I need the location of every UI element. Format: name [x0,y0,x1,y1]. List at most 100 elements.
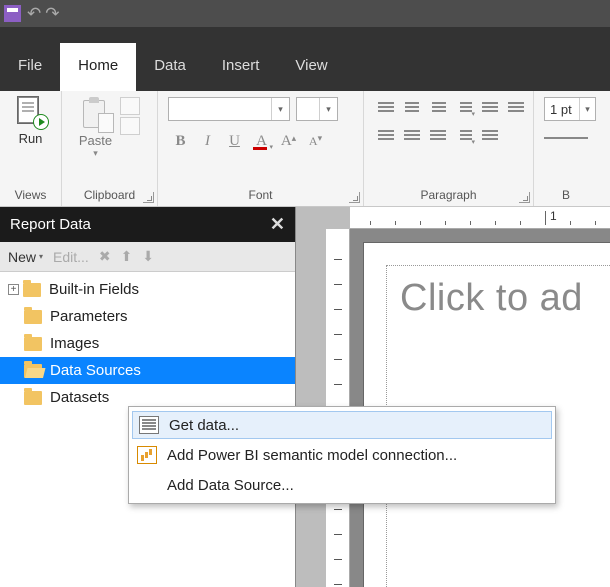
tree-label: Images [50,335,99,352]
ribbon-group-border: 1 pt ▾ B [534,91,610,206]
new-label: New [8,249,36,265]
tree-item-built-in-fields[interactable]: + Built-in Fields [0,276,295,303]
align-top-button[interactable] [374,125,398,147]
group-label-views: Views [10,185,51,204]
align-middle-button[interactable] [400,125,424,147]
cut-icon[interactable] [120,97,140,115]
shrink-font-button[interactable]: A▾ [303,129,328,153]
ribbon-group-clipboard: Paste ▾ Clipboard [62,91,158,206]
chevron-down-icon: ▾ [93,148,98,159]
tree-item-images[interactable]: Images [0,330,295,357]
bold-button[interactable]: B [168,129,193,153]
align-left-button[interactable] [374,97,398,119]
font-color-button[interactable]: A▾ [249,129,274,153]
menu-item-label: Add Power BI semantic model connection..… [167,447,457,464]
bullets-button[interactable]: ▾ [452,97,476,119]
grow-font-button[interactable]: A▴ [276,129,301,153]
edit-button: Edit... [53,249,89,265]
folder-icon [24,337,42,351]
line-spacing-button[interactable] [478,125,502,147]
menu-item-label: Get data... [169,417,239,434]
chevron-down-icon: ▾ [319,98,337,120]
chevron-down-icon: ▾ [579,98,595,120]
group-label-border: B [544,185,606,204]
get-data-icon [139,416,159,434]
paste-button[interactable]: Paste ▾ [79,97,112,159]
panel-header: Report Data ✕ [0,207,295,242]
tab-home[interactable]: Home [60,43,136,91]
tree-label: Parameters [50,308,128,325]
align-right-button[interactable] [426,97,450,119]
chevron-down-icon: ▾ [39,252,43,261]
folder-icon [24,310,42,324]
copy-icon[interactable] [120,117,140,135]
undo-icon[interactable]: ↶ [27,4,41,24]
report-data-panel: Report Data ✕ New ▾ Edit... ✖ ⬆ ⬇ + Buil… [0,207,296,587]
group-label-font: Font [168,185,353,204]
run-button[interactable]: Run [12,97,50,146]
font-size-combo[interactable]: ▾ [296,97,338,121]
title-bar: ↶ ↷ [0,0,610,27]
menu-item-get-data[interactable]: Get data... [132,411,552,439]
tab-view[interactable]: View [277,43,345,91]
context-menu: Get data... Add Power BI semantic model … [128,406,556,504]
main-area: Report Data ✕ New ▾ Edit... ✖ ⬆ ⬇ + Buil… [0,207,610,587]
dialog-launcher-icon[interactable] [519,192,530,203]
new-button[interactable]: New ▾ [8,249,43,265]
menu-item-add-powerbi[interactable]: Add Power BI semantic model connection..… [131,440,553,470]
paste-label: Paste [79,133,112,148]
border-style-button[interactable] [544,127,588,149]
horizontal-ruler: 1 [350,207,610,229]
powerbi-icon [137,446,157,464]
tree-label: Built-in Fields [49,281,139,298]
chevron-down-icon: ▾ [271,98,289,120]
tab-file[interactable]: File [0,43,60,91]
expand-icon[interactable]: + [8,284,19,295]
folder-open-icon [24,364,42,378]
ruler-number: 1 [550,209,557,223]
paste-icon [81,97,111,131]
ribbon-group-font: ▾ ▾ B I U A▾ A▴ A▾ Font [158,91,364,206]
group-label-clipboard: Clipboard [72,185,147,204]
ribbon-group-views: Run Views [0,91,62,206]
panel-toolbar: New ▾ Edit... ✖ ⬆ ⬇ [0,242,295,272]
tree-label: Data Sources [50,362,141,379]
move-down-icon[interactable]: ⬇ [142,248,154,265]
tab-insert[interactable]: Insert [204,43,278,91]
close-icon[interactable]: ✕ [270,214,285,235]
border-width-combo[interactable]: 1 pt ▾ [544,97,596,121]
font-family-combo[interactable]: ▾ [168,97,290,121]
ribbon: Run Views Paste ▾ Clipboard ▾ ▾ [0,91,610,207]
dialog-launcher-icon[interactable] [349,192,360,203]
underline-button[interactable]: U [222,129,247,153]
dialog-launcher-icon[interactable] [143,192,154,203]
run-label: Run [19,131,43,146]
align-center-button[interactable] [400,97,424,119]
panel-title: Report Data [10,216,91,233]
tree-label: Datasets [50,389,109,406]
title-placeholder[interactable]: Click to ad [400,277,583,320]
border-width-value: 1 pt [550,102,572,117]
move-up-icon[interactable]: ⬆ [121,248,133,265]
redo-icon[interactable]: ↷ [45,4,59,24]
tree-item-data-sources[interactable]: Data Sources [0,357,295,384]
folder-icon [23,283,41,297]
menu-item-add-data-source[interactable]: Add Data Source... [131,470,553,500]
run-icon [16,97,46,127]
folder-icon [24,391,42,405]
italic-button[interactable]: I [195,129,220,153]
tree-item-parameters[interactable]: Parameters [0,303,295,330]
delete-icon[interactable]: ✖ [99,248,111,265]
decrease-indent-button[interactable] [478,97,502,119]
blank-icon [137,476,157,494]
group-label-paragraph: Paragraph [374,185,523,204]
numbering-button[interactable]: ▾ [452,125,476,147]
align-bottom-button[interactable] [426,125,450,147]
canvas-area: 1 Click to ad [296,207,610,587]
menu-item-label: Add Data Source... [167,477,294,494]
tab-data[interactable]: Data [136,43,204,91]
menu-bar: File Home Data Insert View [0,43,610,91]
ribbon-group-paragraph: ▾ ▾ Paragraph [364,91,534,206]
save-icon[interactable] [4,5,21,22]
increase-indent-button[interactable] [504,97,528,119]
